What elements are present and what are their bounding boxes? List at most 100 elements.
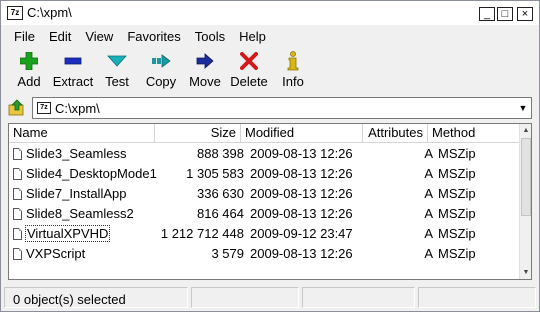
- chevron-down-icon[interactable]: ▼: [517, 102, 529, 114]
- file-modified: 2009-08-13 12:26: [250, 206, 353, 221]
- copy-arrow-icon: [149, 49, 173, 73]
- address-path: C:\xpm\: [55, 101, 100, 116]
- menu-edit[interactable]: Edit: [42, 29, 78, 44]
- file-name: VirtualXPVHD: [24, 225, 111, 242]
- file-attributes: A: [424, 226, 433, 241]
- file-method: MSZip: [438, 226, 476, 241]
- file-attributes: A: [424, 166, 433, 181]
- file-method: MSZip: [438, 186, 476, 201]
- table-row[interactable]: VirtualXPVHD 1 212 712 448 2009-09-12 23…: [9, 224, 520, 244]
- move-arrow-icon: [193, 49, 217, 73]
- file-icon: [13, 148, 22, 160]
- column-header-attributes[interactable]: Attributes: [363, 124, 428, 143]
- file-name: Slide8_Seamless2: [26, 206, 134, 221]
- check-down-icon: [105, 49, 129, 73]
- extract-button[interactable]: Extract: [51, 47, 95, 93]
- file-size: 1 212 712 448: [160, 226, 244, 241]
- file-size: 1 305 583: [186, 166, 244, 181]
- table-row[interactable]: Slide8_Seamless2 816 464 2009-08-13 12:2…: [9, 204, 520, 224]
- plus-icon: [17, 49, 41, 73]
- delete-x-icon: [237, 49, 261, 73]
- file-modified: 2009-08-13 12:26: [250, 246, 353, 261]
- table-row[interactable]: Slide3_Seamless 888 398 2009-08-13 12:26…: [9, 144, 520, 164]
- list-header: Name Size Modified Attributes Method: [9, 124, 520, 143]
- file-method: MSZip: [438, 166, 476, 181]
- file-modified: 2009-08-13 12:26: [250, 186, 353, 201]
- file-size: 816 464: [197, 206, 244, 221]
- file-name: Slide7_InstallApp: [26, 186, 127, 201]
- move-button[interactable]: Move: [183, 47, 227, 93]
- copy-label: Copy: [145, 74, 177, 89]
- test-label: Test: [105, 74, 129, 89]
- file-method: MSZip: [438, 246, 476, 261]
- close-button[interactable]: ×: [517, 7, 533, 21]
- file-size: 3 579: [211, 246, 244, 261]
- info-button[interactable]: Info: [271, 47, 315, 93]
- info-label: Info: [282, 74, 304, 89]
- file-modified: 2009-09-12 23:47: [250, 226, 353, 241]
- file-attributes: A: [424, 146, 433, 161]
- title-bar[interactable]: 7z C:\xpm\ _ □ ×: [1, 1, 539, 25]
- menu-favorites[interactable]: Favorites: [120, 29, 187, 44]
- file-name: VXPScript: [26, 246, 86, 261]
- file-modified: 2009-08-13 12:26: [250, 146, 353, 161]
- file-name: Slide3_Seamless: [26, 146, 127, 161]
- file-list[interactable]: Name Size Modified Attributes Method Sli…: [8, 123, 532, 280]
- table-row[interactable]: Slide4_DesktopMode1 1 305 583 2009-08-13…: [9, 164, 520, 184]
- file-method: MSZip: [438, 146, 476, 161]
- delete-button[interactable]: Delete: [227, 47, 271, 93]
- extract-label: Extract: [52, 74, 94, 89]
- file-size: 336 630: [197, 186, 244, 201]
- app-icon: 7z: [7, 6, 23, 20]
- status-text: 0 object(s) selected: [13, 292, 126, 307]
- table-row[interactable]: VXPScript 3 579 2009-08-13 12:26 A MSZip: [9, 244, 520, 264]
- copy-button[interactable]: Copy: [139, 47, 183, 93]
- status-segment: [191, 287, 299, 308]
- menu-tools[interactable]: Tools: [188, 29, 232, 44]
- status-bar: 0 object(s) selected: [1, 284, 539, 311]
- column-header-name[interactable]: Name: [9, 124, 155, 143]
- up-folder-icon: [8, 99, 24, 116]
- status-segment: [418, 287, 536, 308]
- column-header-size[interactable]: Size: [155, 124, 241, 143]
- status-segment-selection: 0 object(s) selected: [4, 287, 188, 308]
- toolbar: Add Extract Test Copy Move Delete Info: [1, 47, 539, 93]
- file-method: MSZip: [438, 206, 476, 221]
- file-icon: [13, 248, 22, 260]
- scroll-thumb[interactable]: [521, 138, 531, 216]
- menu-view[interactable]: View: [78, 29, 120, 44]
- address-field[interactable]: 7z C:\xpm\ ▼: [32, 97, 532, 119]
- column-header-modified[interactable]: Modified: [241, 124, 363, 143]
- file-icon: [13, 228, 22, 240]
- info-icon: [281, 49, 305, 73]
- file-attributes: A: [424, 186, 433, 201]
- add-label: Add: [17, 74, 41, 89]
- file-size: 888 398: [197, 146, 244, 161]
- file-attributes: A: [424, 246, 433, 261]
- menu-file[interactable]: File: [7, 29, 42, 44]
- vertical-scrollbar[interactable]: ▲ ▼: [519, 124, 531, 279]
- table-row[interactable]: Slide7_InstallApp 336 630 2009-08-13 12:…: [9, 184, 520, 204]
- up-folder-button[interactable]: [8, 99, 26, 117]
- file-modified: 2009-08-13 12:26: [250, 166, 353, 181]
- window-title: C:\xpm\: [27, 5, 72, 20]
- minimize-button[interactable]: _: [479, 7, 495, 21]
- archive-icon: 7z: [37, 102, 51, 114]
- file-icon: [13, 168, 22, 180]
- move-label: Move: [189, 74, 221, 89]
- file-rows: Slide3_Seamless 888 398 2009-08-13 12:26…: [9, 144, 520, 264]
- add-button[interactable]: Add: [7, 47, 51, 93]
- test-button[interactable]: Test: [95, 47, 139, 93]
- file-icon: [13, 188, 22, 200]
- maximize-button[interactable]: □: [497, 7, 513, 21]
- app-window: 7z C:\xpm\ _ □ × File Edit View Favorite…: [0, 0, 540, 312]
- file-name: Slide4_DesktopMode1: [26, 166, 157, 181]
- address-bar: 7z C:\xpm\ ▼: [1, 95, 539, 121]
- column-header-method[interactable]: Method: [428, 124, 520, 143]
- file-icon: [13, 208, 22, 220]
- menu-help[interactable]: Help: [232, 29, 273, 44]
- scroll-up-icon[interactable]: ▲: [520, 124, 531, 137]
- delete-label: Delete: [230, 74, 268, 89]
- scroll-down-icon[interactable]: ▼: [520, 266, 531, 279]
- file-attributes: A: [424, 206, 433, 221]
